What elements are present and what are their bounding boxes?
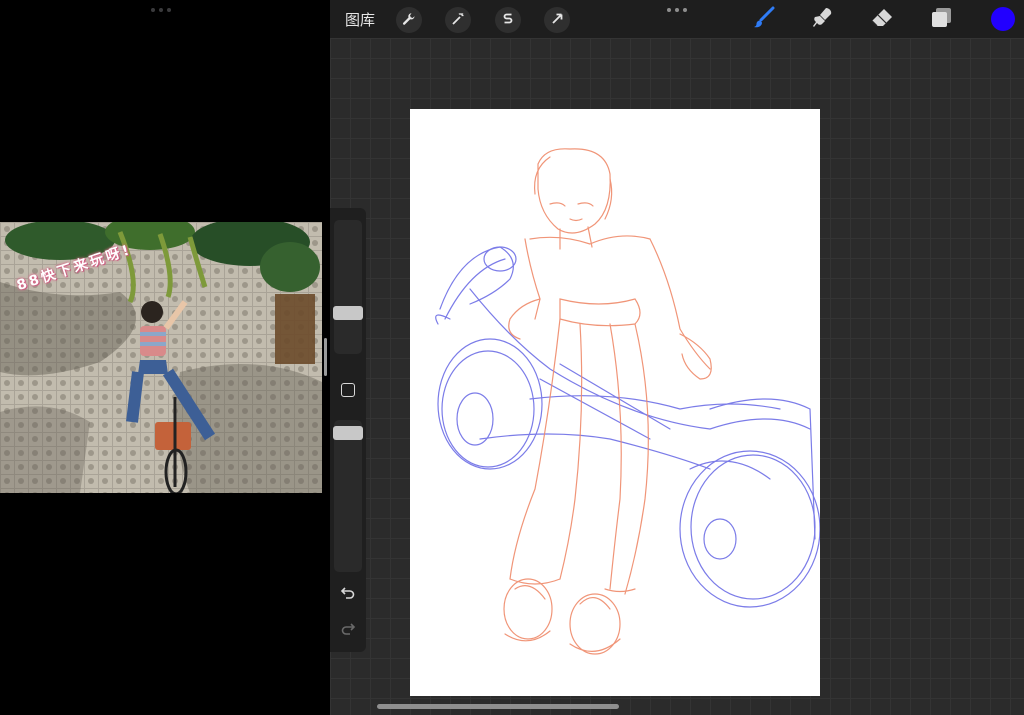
brush-size-knob[interactable] xyxy=(333,306,363,320)
top-toolbar: 图库 xyxy=(330,0,1024,38)
smudge-tool-button[interactable] xyxy=(809,6,837,34)
gallery-button[interactable]: 图库 xyxy=(345,9,375,30)
color-picker-swatch[interactable] xyxy=(991,7,1015,31)
opacity-knob[interactable] xyxy=(333,426,363,440)
smudge-icon xyxy=(810,5,836,35)
layers-button[interactable] xyxy=(928,6,956,34)
magic-wand-icon xyxy=(451,11,465,30)
figure-sketch xyxy=(503,148,712,655)
eraser-tool-button[interactable] xyxy=(868,6,896,34)
selection-s-icon xyxy=(501,11,515,30)
adjustments-button[interactable] xyxy=(445,7,471,33)
brush-size-slider[interactable] xyxy=(333,220,363,354)
home-indicator-bar[interactable] xyxy=(377,704,619,709)
modify-button[interactable] xyxy=(341,383,355,397)
brush-tool-button[interactable] xyxy=(749,6,777,34)
opacity-slider[interactable] xyxy=(333,420,363,572)
redo-button[interactable] xyxy=(339,620,357,638)
brush-icon xyxy=(750,5,776,35)
procreate-app: 图库 xyxy=(330,0,1024,715)
wrench-icon xyxy=(402,11,416,30)
transform-button[interactable] xyxy=(544,7,570,33)
selection-button[interactable] xyxy=(495,7,521,33)
reference-photo[interactable] xyxy=(0,222,322,493)
arrow-cursor-icon xyxy=(550,11,564,30)
split-view-divider-handle[interactable] xyxy=(324,338,327,376)
eraser-icon xyxy=(869,5,895,35)
drawing-canvas[interactable] xyxy=(410,109,821,696)
more-options-dots[interactable] xyxy=(667,8,687,12)
left-sidebar xyxy=(330,208,366,652)
redo-icon xyxy=(339,623,357,642)
undo-button[interactable] xyxy=(339,584,357,602)
split-view-left-pane: 88快下来玩呀! xyxy=(0,0,330,715)
actions-button[interactable] xyxy=(396,7,422,33)
pane-grabber-dots[interactable] xyxy=(148,8,174,12)
undo-icon xyxy=(339,587,357,606)
layers-icon xyxy=(929,5,955,35)
